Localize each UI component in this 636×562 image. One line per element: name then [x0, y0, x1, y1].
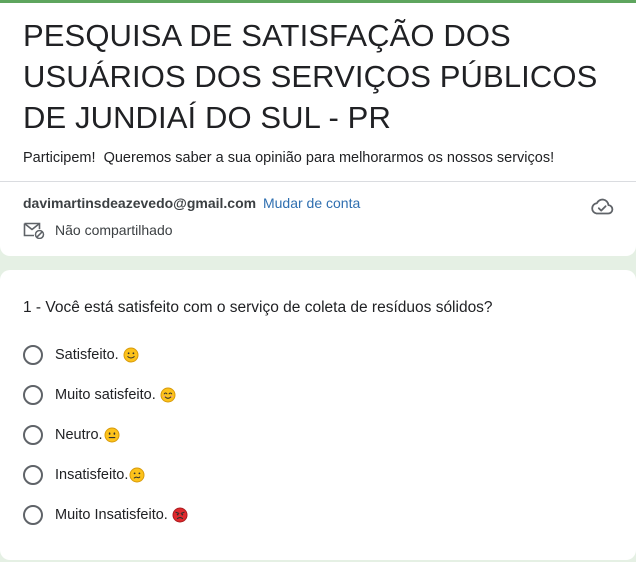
smiling-face-icon: [160, 387, 176, 403]
option-muito-satisfeito[interactable]: Muito satisfeito.: [23, 383, 176, 407]
header-divider: [0, 181, 636, 182]
share-status-text: Não compartilhado: [55, 222, 173, 238]
cloud-check-icon: [591, 198, 614, 215]
radio-button[interactable]: [23, 505, 43, 525]
option-insatisfeito[interactable]: Insatisfeito.: [23, 463, 145, 487]
share-status-row: Não compartilhado: [23, 221, 173, 239]
angry-face-icon: [172, 507, 188, 523]
option-neutro[interactable]: Neutro.: [23, 423, 120, 447]
radio-button[interactable]: [23, 425, 43, 445]
option-satisfeito[interactable]: Satisfeito.: [23, 343, 139, 367]
option-label: Insatisfeito.: [55, 467, 129, 483]
option-label: Satisfeito.: [55, 347, 119, 363]
question-title: 1 - Você está satisfeito com o serviço d…: [23, 299, 493, 316]
slightly-smiling-face-icon: [123, 347, 139, 363]
account-row: davimartinsdeazevedo@gmail.com Mudar de …: [23, 194, 360, 212]
radio-button[interactable]: [23, 465, 43, 485]
option-label: Muito Insatisfeito.: [55, 507, 168, 523]
option-label: Neutro.: [55, 427, 103, 443]
radio-button[interactable]: [23, 345, 43, 365]
radio-button[interactable]: [23, 385, 43, 405]
option-label: Muito satisfeito.: [55, 387, 156, 403]
account-email: davimartinsdeazevedo@gmail.com: [23, 195, 257, 211]
confused-face-icon: [129, 467, 145, 483]
form-title: PESQUISA DE SATISFAÇÃO DOS USUÁRIOS DOS …: [23, 18, 598, 135]
option-muito-insatisfeito[interactable]: Muito Insatisfeito.: [23, 503, 188, 527]
form-description: Participem! Queremos saber a sua opinião…: [23, 150, 555, 166]
mail-not-shared-icon: [23, 222, 45, 239]
switch-account-link[interactable]: Mudar de conta: [263, 195, 360, 211]
neutral-face-icon: [104, 427, 120, 443]
